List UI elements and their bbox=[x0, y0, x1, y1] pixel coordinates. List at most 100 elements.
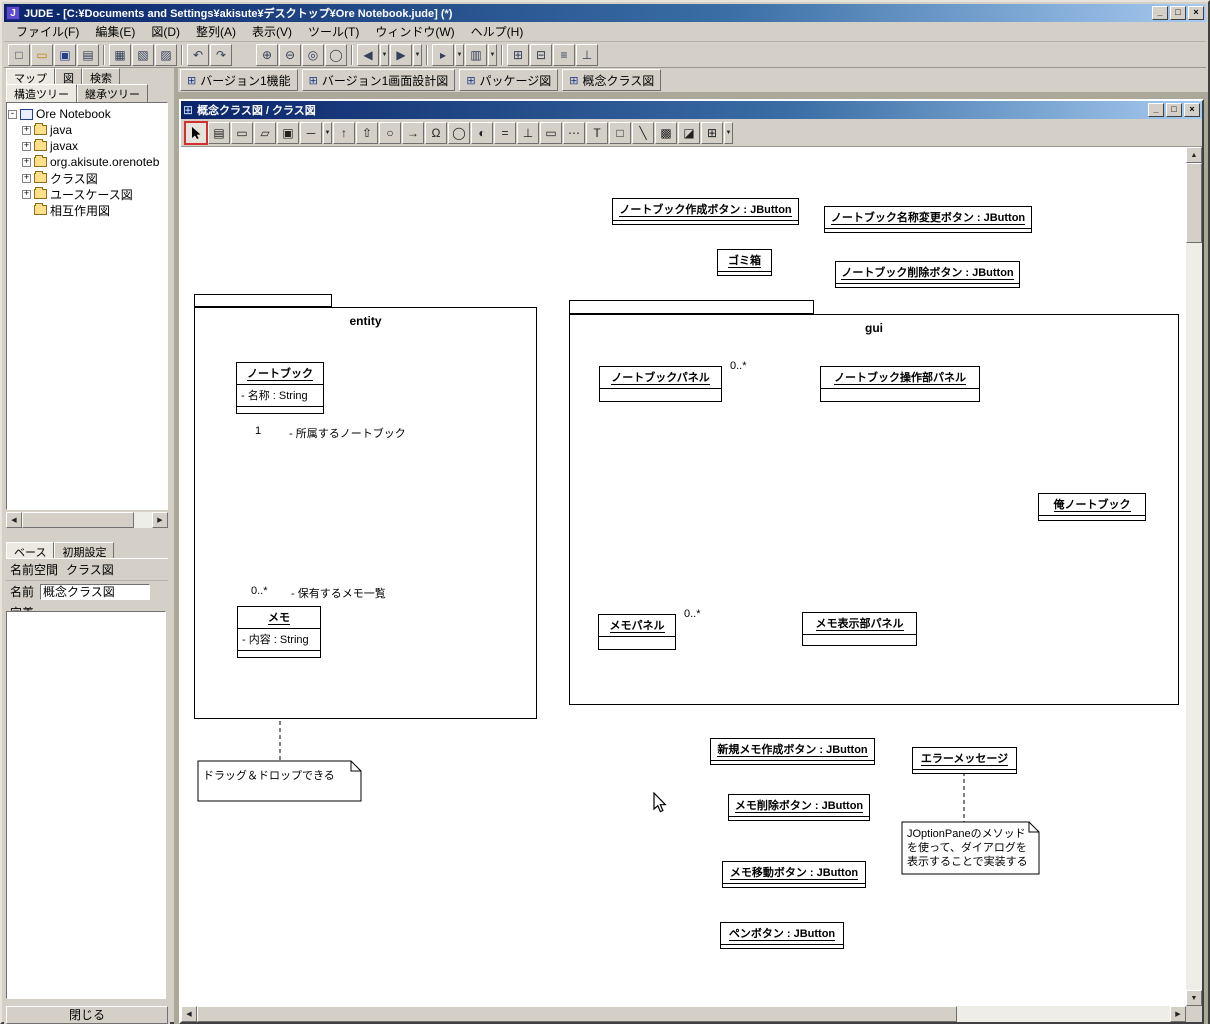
tree-item[interactable]: + org.akisute.orenoteb bbox=[8, 154, 166, 170]
uml-class-box[interactable]: 俺ノートブック bbox=[1038, 493, 1146, 521]
uml-class-box[interactable]: ペンボタン : JButton bbox=[720, 922, 844, 949]
model-tree[interactable]: - Ore Notebook + java + javax + org.akis… bbox=[6, 102, 168, 510]
uml-class-box[interactable]: ノートブック作成ボタン : JButton bbox=[612, 198, 799, 225]
multiplicity-label[interactable]: 1 bbox=[255, 425, 261, 437]
minimize-button[interactable]: _ bbox=[1152, 6, 1168, 20]
anchor-tool-button[interactable]: ⊥ bbox=[517, 121, 539, 144]
diagram-list-button[interactable]: ▥ bbox=[465, 43, 487, 66]
zoom-fit-button[interactable]: ◯ bbox=[325, 43, 347, 66]
menu-align[interactable]: 整列(A) bbox=[188, 21, 244, 42]
menu-tool[interactable]: ツール(T) bbox=[300, 21, 367, 42]
tab-structure-tree[interactable]: 構造ツリー bbox=[6, 84, 77, 103]
multiplicity-label[interactable]: 0..* bbox=[730, 360, 747, 372]
menu-edit[interactable]: 編集(E) bbox=[87, 21, 143, 42]
tree-item[interactable]: + java bbox=[8, 122, 166, 138]
inherit-view-button[interactable]: ⊟ bbox=[530, 43, 552, 66]
grid-tool-button[interactable]: ⊞ bbox=[701, 121, 723, 144]
menu-window[interactable]: ウィンドウ(W) bbox=[367, 21, 462, 42]
zoom-out-button[interactable]: ⊖ bbox=[279, 43, 301, 66]
collapse-icon[interactable]: - bbox=[8, 109, 17, 119]
usecase-tool-button[interactable]: ◯ bbox=[448, 121, 470, 144]
structure-view-button[interactable]: ⊞ bbox=[507, 43, 529, 66]
uml-class-box[interactable]: メモ表示部パネル bbox=[802, 612, 917, 646]
window-titlebar[interactable]: J JUDE - [C:¥Documents and Settings¥akis… bbox=[4, 4, 1206, 22]
scrollbar-thumb[interactable] bbox=[22, 512, 134, 528]
expand-icon[interactable]: + bbox=[22, 189, 31, 199]
inner-restore-button[interactable]: □ bbox=[1166, 103, 1182, 117]
select-tool-button[interactable] bbox=[184, 120, 208, 145]
package-tool-button[interactable]: ▱ bbox=[254, 121, 276, 144]
rect-tool-button[interactable]: □ bbox=[609, 121, 631, 144]
name-input[interactable] bbox=[40, 583, 151, 600]
tree-item[interactable]: + ユースケース図 bbox=[8, 186, 166, 202]
uml-note[interactable]: JOptionPaneのメソッド を使って、ダイアログを 表示することで実装する bbox=[907, 827, 1035, 869]
scrollbar-thumb[interactable] bbox=[197, 1006, 957, 1022]
tree-item-root[interactable]: - Ore Notebook bbox=[8, 106, 166, 122]
list-tool-button[interactable]: ▤ bbox=[208, 121, 230, 144]
pointer-mode-dropdown[interactable]: ▼ bbox=[455, 43, 464, 66]
scroll-right-button[interactable]: ▶ bbox=[152, 512, 168, 528]
tree-horizontal-scrollbar[interactable]: ◀ ▶ bbox=[6, 512, 168, 528]
actor-tool-button[interactable]: Ω bbox=[425, 121, 447, 144]
nav-back-dropdown[interactable]: ▼ bbox=[380, 43, 389, 66]
definition-textarea[interactable] bbox=[6, 611, 166, 999]
qualifier-tool-button[interactable]: = bbox=[494, 121, 516, 144]
uml-class-box[interactable]: ノートブック名称変更ボタン : JButton bbox=[824, 206, 1032, 233]
role-label[interactable]: - 保有するメモ一覧 bbox=[291, 585, 386, 601]
nav-back-button[interactable]: ◀ bbox=[357, 43, 379, 66]
uml-package-entity-tab[interactable] bbox=[194, 294, 332, 307]
nav-forward-button[interactable]: ▶ bbox=[390, 43, 412, 66]
close-button[interactable]: × bbox=[1188, 6, 1204, 20]
uml-class-box[interactable]: メモ移動ボタン : JButton bbox=[722, 861, 866, 888]
frame-tool-button[interactable]: ▭ bbox=[540, 121, 562, 144]
tree-item[interactable]: + javax bbox=[8, 138, 166, 154]
realization-tool-button[interactable]: ⇧ bbox=[356, 121, 378, 144]
uml-class-box[interactable]: エラーメッセージ bbox=[912, 747, 1017, 774]
tree-item[interactable]: 相互作用図 bbox=[8, 202, 166, 218]
generalization-tool-button[interactable]: ↑ bbox=[333, 121, 355, 144]
multiplicity-label[interactable]: 0..* bbox=[251, 585, 268, 597]
scroll-left-button[interactable]: ◀ bbox=[6, 512, 22, 528]
save-button[interactable]: ▣ bbox=[54, 43, 76, 66]
diagram-tab-version1-function[interactable]: ⊞ バージョン1機能 bbox=[180, 69, 298, 91]
diagram-tab-version1-screen-design[interactable]: ⊞ バージョン1画面設計図 bbox=[301, 69, 456, 91]
expand-icon[interactable]: + bbox=[22, 125, 31, 135]
inner-close-button[interactable]: × bbox=[1184, 103, 1200, 117]
menu-diagram[interactable]: 図(D) bbox=[143, 21, 188, 42]
expand-icon[interactable]: + bbox=[22, 157, 31, 167]
align-vertical-button[interactable]: ⊥ bbox=[576, 43, 598, 66]
zoom-in-button[interactable]: ⊕ bbox=[256, 43, 278, 66]
uml-note[interactable]: ドラッグ＆ドロップできる bbox=[203, 769, 357, 783]
text-tool-button[interactable]: T bbox=[586, 121, 608, 144]
print-button[interactable]: ▤ bbox=[77, 43, 99, 66]
multiplicity-label[interactable]: 0..* bbox=[684, 608, 701, 620]
dashed-box-tool-button[interactable]: ⋯ bbox=[563, 121, 585, 144]
close-panel-button[interactable]: 閉じる bbox=[6, 1006, 168, 1024]
copy-button[interactable]: ▦ bbox=[109, 43, 131, 66]
marker-tool-button[interactable]: ◪ bbox=[678, 121, 700, 144]
inner-minimize-button[interactable]: _ bbox=[1148, 103, 1164, 117]
scroll-left-button[interactable]: ◀ bbox=[181, 1006, 197, 1022]
association-tool-dropdown[interactable]: ▼ bbox=[323, 121, 332, 144]
scroll-up-button[interactable]: ▲ bbox=[1186, 147, 1202, 163]
uml-class-box[interactable]: ゴミ箱 bbox=[717, 249, 772, 276]
uml-class-box[interactable]: メモ削除ボタン : JButton bbox=[728, 794, 870, 821]
canvas-horizontal-scrollbar[interactable]: ◀ ▶ bbox=[181, 1006, 1186, 1022]
zoom-reset-button[interactable]: ◎ bbox=[302, 43, 324, 66]
diagram-canvas[interactable]: entity gui ノートブック作成ボタン: JButton ノートブック名… bbox=[181, 147, 1186, 1006]
open-button[interactable]: ▭ bbox=[31, 43, 53, 66]
grid-tool-dropdown[interactable]: ▼ bbox=[724, 121, 733, 144]
expand-icon[interactable]: + bbox=[22, 141, 31, 151]
align-horizontal-button[interactable]: ≡ bbox=[553, 43, 575, 66]
tab-inherit-tree[interactable]: 継承ツリー bbox=[77, 84, 148, 103]
dependency-tool-button[interactable]: → bbox=[402, 121, 424, 144]
diagram-list-dropdown[interactable]: ▼ bbox=[488, 43, 497, 66]
scroll-down-button[interactable]: ▼ bbox=[1186, 990, 1202, 1006]
association-tool-button[interactable]: ─ bbox=[300, 121, 322, 144]
diagram-tab-concept-class[interactable]: ⊞ 概念クラス図 bbox=[562, 69, 662, 91]
menu-help[interactable]: ヘルプ(H) bbox=[463, 21, 532, 42]
line-tool-button[interactable]: ╲ bbox=[632, 121, 654, 144]
model-tool-button[interactable]: ▣ bbox=[277, 121, 299, 144]
image-tool-button[interactable]: ▩ bbox=[655, 121, 677, 144]
instance-tool-button[interactable]: ○ bbox=[379, 121, 401, 144]
